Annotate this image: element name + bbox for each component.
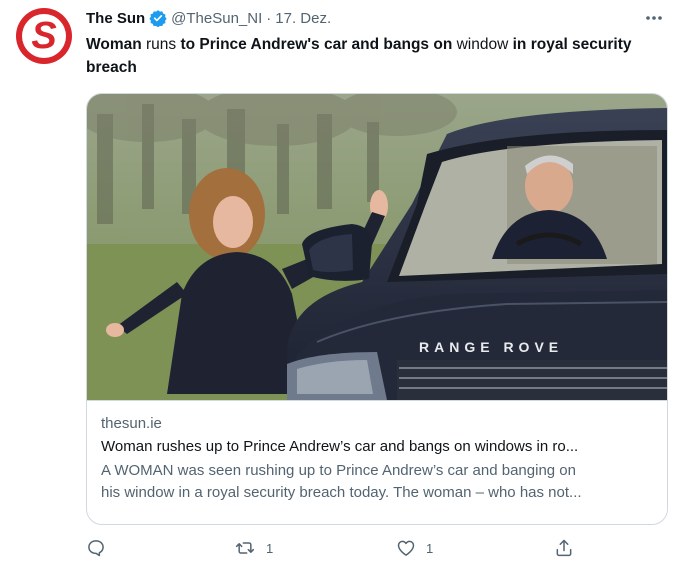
card-description-line: his window in a royal security breach to… [101, 484, 582, 501]
avatar[interactable]: S [16, 8, 72, 64]
tweet-date[interactable]: 17. Dez. [275, 10, 331, 27]
like-count: 1 [426, 540, 434, 556]
the-sun-logo-icon: S [22, 14, 66, 58]
tweet-text-part: Woman [86, 36, 146, 53]
author-handle[interactable]: @TheSun_NI [171, 10, 262, 27]
author-name[interactable]: The Sun [86, 10, 145, 27]
action-bar: 1 1 [86, 538, 586, 562]
link-preview-card[interactable]: RANGE ROVE thesun.ie Woman rushes up to … [86, 93, 668, 525]
card-description-line: A WOMAN was seen rushing up to Prince An… [101, 462, 576, 479]
share-icon [554, 538, 574, 558]
grille-lettering: RANGE ROVE [419, 339, 563, 355]
reply-button[interactable] [86, 538, 106, 558]
verified-badge-icon [149, 9, 167, 27]
like-button[interactable]: 1 [396, 538, 433, 558]
card-domain: thesun.ie [101, 415, 162, 432]
reply-icon [86, 538, 106, 558]
heart-icon [396, 538, 416, 558]
card-title: Woman rushes up to Prince Andrew’s car a… [101, 438, 579, 455]
retweet-icon [234, 538, 256, 558]
tweet-text-part: runs [146, 36, 177, 53]
card-image[interactable]: RANGE ROVE [87, 94, 667, 400]
card-body: thesun.ie Woman rushes up to Prince Andr… [87, 400, 667, 504]
header-separator: · [266, 9, 272, 27]
the-sun-logo-letter: S [31, 15, 57, 57]
tweet-text: Woman runs to Prince Andrew's car and ba… [86, 33, 646, 79]
tweet-text-part: window [456, 36, 509, 53]
more-options-icon[interactable] [642, 8, 666, 28]
retweet-button[interactable]: 1 [234, 538, 273, 558]
retweet-count: 1 [266, 540, 274, 556]
card-description: A WOMAN was seen rushing up to Prince An… [101, 460, 653, 504]
share-button[interactable] [554, 538, 574, 558]
tweet-header: The Sun @TheSun_NI · 17. Dez. [86, 9, 620, 27]
tweet-text-part: to Prince Andrew's car and bangs on [176, 36, 457, 53]
